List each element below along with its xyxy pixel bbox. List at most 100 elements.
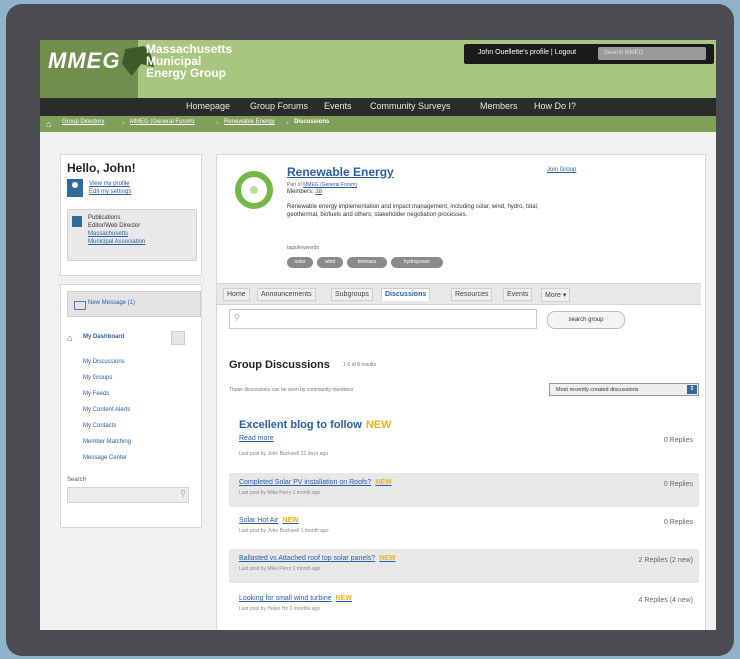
breadcrumb-separator: › — [122, 118, 125, 127]
home-icon[interactable]: ⌂ — [46, 119, 51, 129]
join-group-link[interactable]: Join Group — [547, 167, 576, 173]
sidebar-item-groups[interactable]: My Groups — [83, 375, 112, 381]
reply-count: 2 Replies (2 new) — [638, 557, 693, 564]
tab-discussions[interactable]: Discussions — [381, 288, 431, 301]
device-frame: MMEG Massachusetts Municipal Energy Grou… — [6, 4, 734, 656]
tab-resources[interactable]: Resources — [451, 288, 493, 301]
affiliation-org-link[interactable]: Massachusetts — [88, 230, 145, 238]
breadcrumb: ⌂ Group Directory › MMEG (General Forum)… — [40, 116, 716, 132]
my-dashboard-link[interactable]: My Dashboard — [83, 334, 124, 340]
affiliation-line: Editor/Web Director — [88, 223, 141, 229]
tag-chip[interactable]: hydropower — [391, 257, 443, 268]
discussion-title-text: Ballasted vs Attached roof top solar pan… — [239, 555, 376, 562]
discussion-row[interactable]: Excellent blog to follow NEW Read more La… — [229, 411, 699, 467]
search-icon[interactable]: ⚲ — [180, 489, 186, 498]
discussion-row[interactable]: Looking for small wind turbine NEW Last p… — [229, 589, 699, 623]
new-badge: NEW — [379, 555, 396, 562]
dashboard-toggle-button[interactable] — [171, 331, 185, 345]
breadcrumb-item[interactable]: MMEG (General Forum) — [130, 119, 195, 125]
sidebar-item-member-matching[interactable]: Member Matching — [83, 439, 131, 445]
logo-block[interactable]: MMEG — [40, 40, 138, 98]
reply-count: 0 Replies — [663, 481, 693, 488]
tag-chip[interactable]: wind — [317, 257, 343, 268]
discussion-row[interactable]: Solar Hot Air NEW Last post by John Buckw… — [229, 511, 699, 545]
affiliation-org-link[interactable]: Municipal Association — [88, 238, 145, 246]
search-group-button[interactable]: search group — [547, 311, 625, 329]
site-search-input[interactable]: Search MMEG — [598, 47, 706, 60]
breadcrumb-separator: › — [216, 118, 219, 127]
last-post: Last post by John Buckwell 1 month ago — [239, 528, 329, 534]
sidebar-item-discussions[interactable]: My Discussions — [83, 359, 125, 365]
group-description: Renewable energy implementation and impa… — [287, 204, 539, 218]
sidebar-item-feeds[interactable]: My Feeds — [83, 391, 109, 397]
tag-chip[interactable]: biomass — [347, 257, 387, 268]
dashboard-home-icon: ⌂ — [67, 333, 73, 343]
last-post: Last post by Helen Ho 2 months ago — [239, 606, 320, 612]
site-logo[interactable]: MMEG — [48, 48, 120, 74]
tag-chip[interactable]: solar — [287, 257, 313, 268]
nav-community-surveys[interactable]: Community Surveys — [370, 101, 451, 111]
group-title[interactable]: Renewable Energy — [287, 165, 394, 179]
profile-logout-link[interactable]: John Ouellette's profile | Logout — [478, 49, 576, 56]
discussion-title[interactable]: Looking for small wind turbine NEW — [239, 595, 352, 602]
discussion-title[interactable]: Solar Hot Air NEW — [239, 517, 299, 524]
nav-events[interactable]: Events — [324, 101, 352, 111]
read-more-link[interactable]: Read more — [239, 435, 274, 442]
tab-subgroups[interactable]: Subgroups — [331, 288, 373, 301]
reply-count: 0 Replies — [663, 519, 693, 526]
tab-announcements[interactable]: Announcements — [257, 288, 316, 301]
sidebar-item-message-center[interactable]: Message Center — [83, 455, 127, 461]
group-search-input[interactable]: ⚲ — [229, 309, 537, 329]
nav-how-do-i[interactable]: How Do I? — [534, 101, 576, 111]
discussion-title-text: Looking for small wind turbine — [239, 595, 332, 602]
organization-icon — [72, 216, 82, 227]
breadcrumb-item[interactable]: Renewable Energy — [224, 119, 275, 125]
sort-select[interactable]: Most recently created discussions ⇕ — [549, 383, 699, 396]
greeting: Hello, John! — [67, 161, 136, 175]
nav-group-forums[interactable]: Group Forums — [250, 101, 308, 111]
discussion-title[interactable]: Ballasted vs Attached roof top solar pan… — [239, 555, 396, 562]
nav-members[interactable]: Members — [480, 101, 518, 111]
dashboard-card: New Message (1) ⌂ My Dashboard My Discus… — [60, 284, 202, 528]
group-members: Members: 38 — [287, 189, 322, 195]
new-badge: NEW — [375, 479, 392, 486]
tab-home[interactable]: Home — [223, 288, 250, 301]
reply-count: 0 Replies — [663, 437, 693, 444]
sidebar-search-label: Search — [67, 477, 87, 483]
group-tabs: Home Announcements Subgroups Discussions… — [217, 283, 701, 305]
site-header: MMEG Massachusetts Municipal Energy Grou… — [40, 40, 716, 98]
envelope-icon — [74, 301, 86, 310]
edit-settings-link[interactable]: Edit my settings — [89, 189, 131, 195]
discussion-title[interactable]: Completed Solar PV installation on Roofs… — [239, 479, 392, 486]
nav-homepage[interactable]: Homepage — [186, 101, 230, 111]
members-count-link[interactable]: 38 — [315, 189, 322, 195]
tab-events[interactable]: Events — [503, 288, 533, 301]
sidebar-item-contacts[interactable]: My Contacts — [83, 423, 116, 429]
tags-label: tags/keywords — [287, 245, 319, 251]
profile-card: Hello, John! View my profile Edit my set… — [60, 154, 202, 276]
new-badge: NEW — [365, 419, 392, 431]
browser-screen: MMEG Massachusetts Municipal Energy Grou… — [40, 40, 716, 630]
tab-more[interactable]: More ▾ — [541, 288, 571, 302]
discussion-row[interactable]: Completed Solar PV installation on Roofs… — [229, 473, 699, 507]
breadcrumb-current: Discussions — [294, 119, 330, 125]
discussion-row[interactable]: Ballasted vs Attached roof top solar pan… — [229, 549, 699, 583]
affiliation-line: Publications — [88, 215, 121, 221]
discussion-title[interactable]: Excellent blog to follow NEW — [239, 419, 392, 431]
last-post: Last post by John Buckwell 21 days ago — [239, 451, 328, 457]
affiliation-box: Publications Editor/Web Director Massach… — [67, 209, 197, 261]
org-line: Energy Group — [146, 66, 227, 80]
new-message-box[interactable]: New Message (1) — [67, 291, 201, 317]
main-nav: Homepage Group Forums Events Community S… — [40, 98, 716, 116]
sidebar-item-content-alerts[interactable]: My Content Alerts — [83, 407, 130, 413]
view-profile-link[interactable]: View my profile — [89, 181, 130, 187]
new-message-link[interactable]: New Message (1) — [88, 300, 135, 306]
discussion-title-text: Completed Solar PV installation on Roofs… — [239, 479, 372, 486]
avatar[interactable] — [67, 179, 83, 197]
group-logo — [235, 171, 273, 209]
sidebar-search-input[interactable]: ⚲ — [67, 487, 189, 503]
discussions-heading: Group Discussions — [229, 359, 330, 371]
group-panel: Renewable Energy Part of MMEG (General F… — [216, 154, 706, 630]
breadcrumb-item[interactable]: Group Directory — [62, 119, 104, 125]
parent-forum-link[interactable]: MMEG (General Forum) — [303, 182, 357, 188]
